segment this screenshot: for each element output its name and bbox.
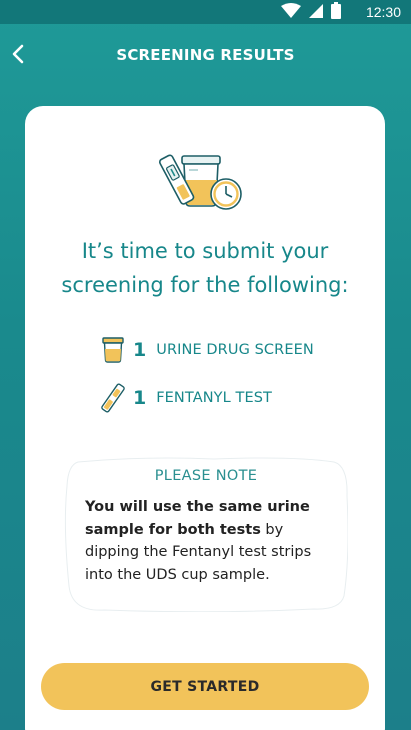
test-strip-icon	[100, 383, 126, 413]
fentanyl-test-quantity: 1	[133, 387, 147, 409]
app-bar: SCREENING RESULTS	[0, 24, 411, 88]
battery-icon	[331, 2, 341, 22]
screening-illustration-icon	[158, 150, 244, 214]
note-title: PLEASE NOTE	[154, 468, 258, 484]
headline-line-1: It’s time to submit your	[81, 239, 329, 263]
instruction-headline: It’s time to submit your screening for t…	[40, 234, 370, 302]
please-note-box: PLEASE NOTE You will use the same urine …	[64, 456, 348, 612]
urine-drug-screen-label: URINE DRUG SCREEN	[156, 342, 314, 358]
screen: 12:30 SCREENING RESULTS It’s time to sub…	[0, 0, 411, 730]
note-body: You will use the same urine sample for b…	[85, 496, 341, 586]
fentanyl-test-label: FENTANYL TEST	[156, 390, 273, 406]
status-bar: 12:30	[0, 0, 411, 24]
page-title: SCREENING RESULTS	[116, 46, 295, 64]
wifi-icon	[281, 2, 301, 22]
status-icons	[281, 2, 341, 22]
urine-cup-icon	[100, 336, 126, 364]
headline-line-2: screening for the following:	[61, 273, 349, 297]
list-item-urine-drug-screen: 1 URINE DRUG SCREEN	[100, 336, 314, 364]
list-item-fentanyl-test: 1 FENTANYL TEST	[100, 383, 273, 413]
urine-drug-screen-quantity: 1	[133, 339, 147, 361]
cellular-signal-icon	[308, 3, 324, 22]
status-time: 12:30	[365, 4, 401, 20]
get-started-button[interactable]: GET STARTED	[41, 663, 369, 710]
